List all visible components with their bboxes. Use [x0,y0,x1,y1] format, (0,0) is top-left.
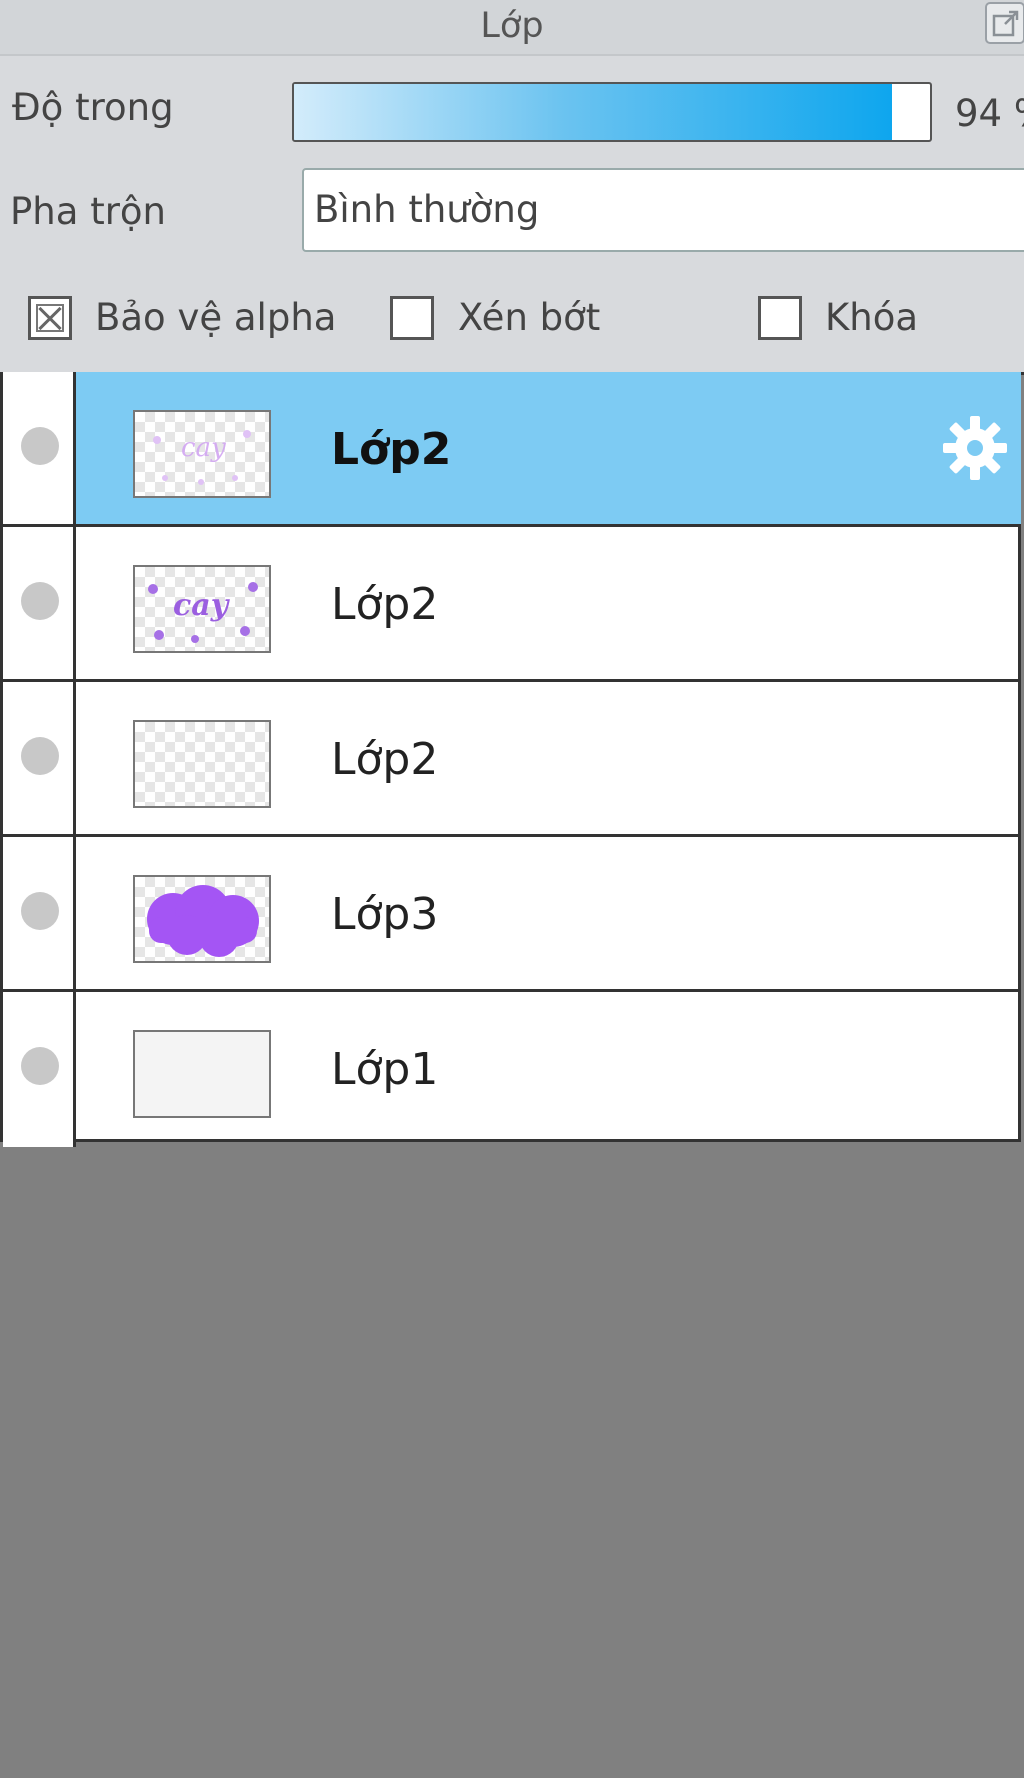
blend-mode-value: Bình thường [314,188,540,231]
opacity-value: 94 % [955,92,1024,135]
layer-thumbnail [133,875,271,963]
lock-label: Khóa [825,296,919,339]
layer-row[interactable]: Lớp2 [3,682,1021,837]
visibility-dot-icon [21,737,59,775]
panel-title-bar: Lớp [0,0,1024,56]
opacity-slider[interactable] [292,82,932,142]
visibility-dot-icon [21,1047,59,1085]
layer-row-content[interactable]: cay Lớp2 [76,372,1021,524]
layer-thumbnail [133,720,271,808]
layer-name: Lớp1 [331,1044,439,1095]
panel-title: Lớp [480,6,544,46]
layer-row[interactable]: cay Lớp2 [3,372,1021,527]
svg-text:cay: cay [181,433,226,463]
clipping-checkbox[interactable] [390,296,434,340]
opacity-label: Độ trong [12,86,174,129]
visibility-dot-icon [21,892,59,930]
lock-checkbox[interactable] [758,296,802,340]
layer-row[interactable]: Lớp1 [3,992,1021,1147]
layer-properties: Độ trong 94 % Pha trộn Bình thường Bảo v… [0,56,1024,375]
layer-row[interactable]: cay Lớp2 [3,527,1021,682]
visibility-dot-icon [21,427,59,465]
blend-mode-select[interactable]: Bình thường [302,168,1024,252]
layer-name: Lớp2 [331,579,439,630]
gear-icon[interactable] [939,412,1011,488]
layer-row-content[interactable]: cay Lớp2 [76,527,1021,679]
svg-text:cay: cay [173,588,231,623]
layer-row-content[interactable]: Lớp1 [76,992,1021,1147]
layer-thumbnail [133,1030,271,1118]
visibility-dot-icon [21,582,59,620]
protect-alpha-label: Bảo vệ alpha [95,296,337,339]
layer-row-content[interactable]: Lớp2 [76,682,1021,834]
layer-thumbnail: cay [133,410,271,498]
blend-mode-label: Pha trộn [10,190,167,233]
clipping-label: Xén bớt [458,296,601,339]
layer-row-content[interactable]: Lớp3 [76,837,1021,989]
opacity-slider-fill [294,84,892,140]
layer-name: Lớp3 [331,889,439,940]
layer-name: Lớp2 [331,424,452,475]
layer-thumbnail: cay [133,565,271,653]
visibility-toggle[interactable] [3,527,76,679]
visibility-toggle[interactable] [3,372,76,524]
layer-list: cay Lớp2 cay Lớp2 Lớp2 Lớp3 Lớp1 [0,372,1021,1147]
protect-alpha-checkbox[interactable] [28,296,72,340]
visibility-toggle[interactable] [3,682,76,834]
layer-row[interactable]: Lớp3 [3,837,1021,992]
popout-icon[interactable] [985,2,1024,44]
layer-name: Lớp2 [331,734,439,785]
visibility-toggle[interactable] [3,992,76,1147]
visibility-toggle[interactable] [3,837,76,989]
